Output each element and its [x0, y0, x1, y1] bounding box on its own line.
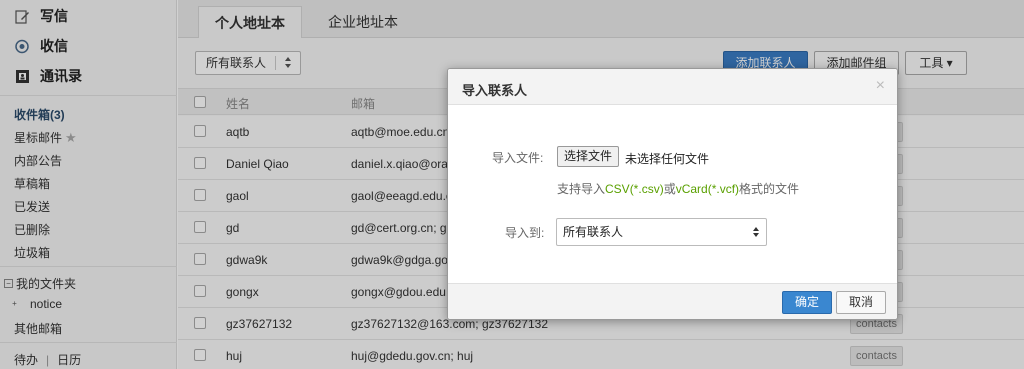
hint-prefix: 支持导入 [557, 182, 606, 196]
confirm-button[interactable]: 确定 [782, 291, 832, 314]
choose-file-button[interactable]: 选择文件 [557, 146, 620, 167]
hint-csv: CSV(*.csv) [605, 182, 664, 196]
dialog-footer: 确定 取消 [448, 283, 897, 319]
select-arrows-icon [752, 219, 760, 256]
hint-vcard: vCard(*.vcf) [675, 182, 740, 196]
import-contacts-dialog: 导入联系人 × 导入文件: 选择文件 未选择任何文件 支持导入CSV(*.csv… [447, 68, 898, 320]
hint-or: 或 [663, 182, 676, 196]
import-to-label: 导入到: [505, 226, 545, 240]
format-hint: 支持导入CSV(*.csv)或vCard(*.vcf)格式的文件 [557, 180, 799, 197]
no-file-text: 未选择任何文件 [625, 152, 710, 166]
import-to-value: 所有联系人 [563, 225, 624, 239]
dialog-title: 导入联系人 [462, 83, 528, 98]
close-icon[interactable]: × [876, 77, 885, 95]
import-to-select[interactable]: 所有联系人 [556, 218, 767, 246]
import-file-label: 导入文件: [492, 151, 544, 165]
hint-suffix: 格式的文件 [739, 182, 800, 196]
cancel-button[interactable]: 取消 [836, 291, 886, 314]
dialog-header: 导入联系人 × [448, 69, 897, 105]
